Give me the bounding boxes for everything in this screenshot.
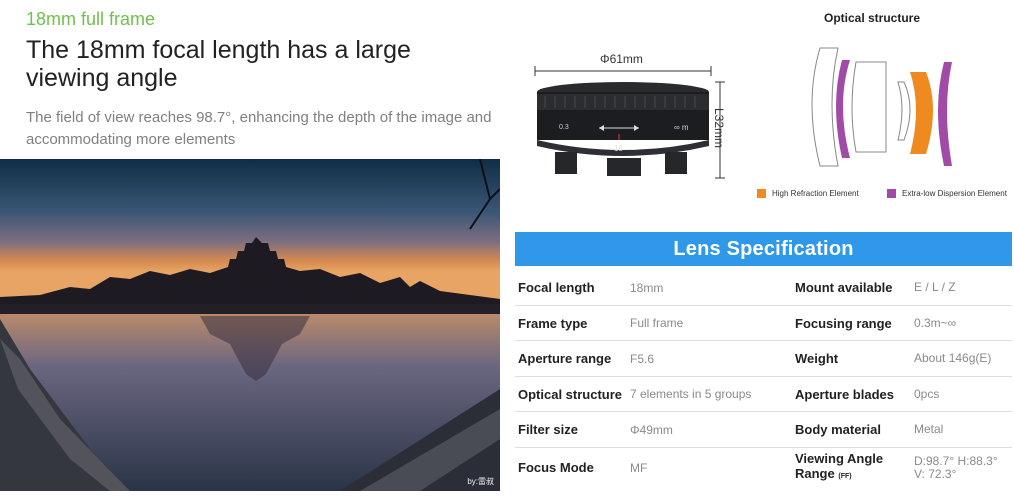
spec-value-line: V: 72.3° xyxy=(914,466,957,481)
spec-key: Filter size xyxy=(518,422,578,438)
spec-value-viewing-angle: D:98.7° H:88.3° V: 72.3° xyxy=(914,448,1012,488)
spec-key-range: Range xyxy=(795,466,835,481)
spec-value: 0pcs xyxy=(914,386,940,401)
optical-structure-title: Optical structure xyxy=(824,11,921,25)
spec-value: 7 elements in 5 groups xyxy=(630,387,752,402)
spec-value: MF xyxy=(630,460,648,475)
spec-key: Aperture range xyxy=(518,351,612,367)
spec-key: Frame type xyxy=(518,315,588,331)
section-kicker: 18mm full frame xyxy=(26,9,156,29)
spec-row: Aperture range F5.6 Weight About 146g(E) xyxy=(515,341,1012,377)
spec-key-line: Range (FF) xyxy=(795,466,852,484)
spec-value: About 146g(E) xyxy=(914,351,992,366)
spec-row: Frame type Full frame Focusing range 0.3… xyxy=(515,306,1012,341)
focal-marking: 18 xyxy=(614,144,623,153)
spec-value: Metal xyxy=(914,422,944,437)
legend-high-refraction: High Refraction Element xyxy=(757,189,859,198)
spec-title: Lens Specification xyxy=(515,232,1012,266)
spec-value: Full frame xyxy=(630,316,684,331)
page-headline: The 18mm focal length has a large viewin… xyxy=(26,36,411,92)
sample-photo: by:雷叔 xyxy=(0,159,500,491)
spec-table: Focal length 18mm Mount available E / L … xyxy=(515,270,1012,488)
spec-value: F5.6 xyxy=(630,351,655,366)
spec-key-line: Viewing Angle xyxy=(795,451,884,466)
spec-key: Weight xyxy=(795,351,839,367)
spec-key: Focus Mode xyxy=(518,460,594,475)
focus-scale-far: ∞ m xyxy=(674,123,689,132)
spec-key: Optical structure xyxy=(518,386,623,402)
headline-description: The field of view reaches 98.7°, enhanci… xyxy=(26,109,492,148)
spec-key: Body material xyxy=(795,422,881,438)
lens-product-image xyxy=(534,66,725,179)
spec-key-ff: (FF) xyxy=(838,473,852,480)
legend-swatch-orange xyxy=(757,189,766,198)
spec-value-line: D:98.7° H:88.3° xyxy=(914,453,998,468)
spec-value: 18mm xyxy=(630,280,664,295)
legend-extra-low-dispersion: Extra-low Dispersion Element xyxy=(887,189,1007,198)
spec-value: Φ49mm xyxy=(630,422,673,437)
spec-key: Focusing range xyxy=(795,315,892,331)
spec-key-viewing-angle: Viewing Angle Range (FF) xyxy=(795,448,915,488)
spec-key: Focal length xyxy=(518,280,595,296)
spec-row: Optical structure 7 elements in 5 groups… xyxy=(515,377,1012,412)
spec-row: Focus Mode MF Viewing Angle Range (FF) D… xyxy=(515,448,1012,488)
photo-credit: by:雷叔 xyxy=(467,477,494,486)
optical-structure-diagram xyxy=(811,47,952,167)
spec-value: E / L / Z xyxy=(914,280,956,295)
spec-row: Filter size Φ49mm Body material Metal xyxy=(515,412,1012,448)
legend-swatch-purple xyxy=(887,189,896,198)
focus-scale-near: 0.3 xyxy=(559,124,569,131)
spec-value: 0.3m~∞ xyxy=(914,315,957,330)
spec-row: Focal length 18mm Mount available E / L … xyxy=(515,270,1012,306)
legend-label: Extra-low Dispersion Element xyxy=(902,189,1007,198)
spec-key: Aperture blades xyxy=(795,386,894,402)
legend-label: High Refraction Element xyxy=(772,189,859,198)
spec-key: Mount available xyxy=(795,280,893,296)
